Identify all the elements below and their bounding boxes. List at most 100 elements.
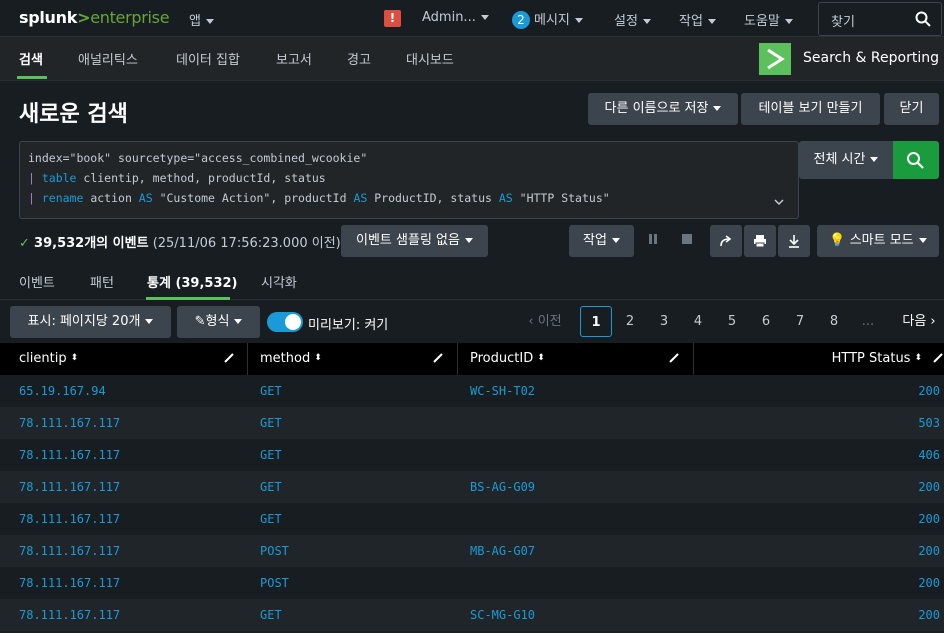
cell-http-status[interactable]: 406 bbox=[918, 439, 940, 471]
cell-productid[interactable]: MB-AG-G07 bbox=[470, 535, 535, 567]
page-ellipsis: ... bbox=[861, 314, 875, 329]
cell-http-status[interactable]: 200 bbox=[918, 567, 940, 599]
cell-clientip[interactable]: 78.111.167.117 bbox=[19, 599, 120, 631]
cell-method[interactable]: GET bbox=[260, 407, 282, 439]
cell-http-status[interactable]: 200 bbox=[918, 503, 940, 535]
save-as-button[interactable]: 다른 이름으로 저장 bbox=[588, 93, 738, 125]
stop-icon[interactable] bbox=[682, 233, 692, 245]
page-5-button[interactable]: 5 bbox=[720, 306, 744, 337]
cell-method[interactable]: GET bbox=[260, 439, 282, 471]
lightbulb-icon: 💡 bbox=[829, 233, 846, 248]
chevron-right-icon: › bbox=[930, 314, 936, 329]
cell-productid[interactable]: SC-MG-G10 bbox=[470, 599, 535, 631]
toggle-knob bbox=[285, 314, 301, 330]
nav-search[interactable]: 검색 bbox=[19, 49, 43, 68]
page-2-button[interactable]: 2 bbox=[618, 306, 642, 337]
cell-clientip[interactable]: 78.111.167.117 bbox=[19, 439, 120, 471]
page-8-button[interactable]: 8 bbox=[822, 306, 846, 337]
chevron-down-icon bbox=[611, 238, 620, 243]
column-header-http-status[interactable]: HTTP Status ⬍ bbox=[832, 343, 922, 375]
column-header-clientip[interactable]: clientip ⬍ bbox=[19, 343, 78, 375]
cell-method[interactable]: GET bbox=[260, 503, 282, 535]
column-header-productid[interactable]: ProductID ⬍ bbox=[470, 343, 545, 375]
cell-http-status[interactable]: 200 bbox=[918, 375, 940, 407]
event-count-status: ✓ 39,532개의 이벤트 (25/11/06 17:56:23.000 이전… bbox=[19, 236, 341, 251]
page-7-button[interactable]: 7 bbox=[788, 306, 812, 337]
prev-page-button[interactable]: ‹ 이전 bbox=[520, 306, 570, 337]
page-6-button[interactable]: 6 bbox=[754, 306, 778, 337]
event-sampling-dropdown[interactable]: 이벤트 샘플링 없음 bbox=[341, 225, 488, 257]
expand-chevron-icon[interactable] bbox=[774, 199, 784, 206]
cell-clientip[interactable]: 78.111.167.117 bbox=[19, 407, 120, 439]
share-button[interactable] bbox=[710, 225, 742, 257]
page-4-button[interactable]: 4 bbox=[686, 306, 710, 337]
nav-dashboards[interactable]: 대시보드 bbox=[406, 49, 454, 68]
create-table-view-button[interactable]: 테이블 보기 만들기 bbox=[741, 93, 880, 125]
cell-clientip[interactable]: 65.19.167.94 bbox=[19, 375, 106, 407]
query-line-2: | table clientip, method, productId, sta… bbox=[28, 171, 326, 185]
cell-method[interactable]: GET bbox=[260, 375, 282, 407]
per-page-dropdown[interactable]: 표시: 페이지당 20개 bbox=[10, 306, 171, 338]
nav-analytics[interactable]: 애널리틱스 bbox=[78, 49, 138, 68]
search-query-editor[interactable]: index="book" sourcetype="access_combined… bbox=[19, 141, 799, 219]
edit-column-icon[interactable] bbox=[668, 352, 680, 364]
sort-icon: ⬍ bbox=[70, 353, 79, 363]
preview-toggle[interactable] bbox=[267, 312, 303, 332]
nav-datasets[interactable]: 데이터 집합 bbox=[176, 49, 240, 68]
tab-statistics[interactable]: 통계 (39,532) bbox=[147, 272, 238, 291]
nav-alerts[interactable]: 경고 bbox=[347, 49, 371, 68]
cell-productid[interactable]: BS-AG-G09 bbox=[470, 471, 535, 503]
check-icon: ✓ bbox=[19, 236, 30, 251]
column-divider bbox=[457, 343, 458, 375]
tab-patterns[interactable]: 패턴 bbox=[90, 272, 114, 291]
splunk-logo[interactable]: splunk>enterprise bbox=[19, 8, 170, 27]
page-1-button[interactable]: 1 bbox=[580, 306, 612, 337]
time-range-picker[interactable]: 전체 시간 bbox=[799, 141, 893, 179]
search-mode-dropdown[interactable]: 💡 스마트 모드 bbox=[817, 225, 939, 257]
column-divider bbox=[247, 343, 248, 375]
tab-events[interactable]: 이벤트 bbox=[19, 272, 55, 291]
cell-method[interactable]: GET bbox=[260, 599, 282, 631]
column-header-method[interactable]: method ⬍ bbox=[260, 343, 322, 375]
edit-column-icon[interactable] bbox=[932, 352, 944, 364]
activity-menu[interactable]: 작업 bbox=[679, 10, 716, 29]
user-menu[interactable]: Admin... bbox=[422, 10, 489, 25]
cell-http-status[interactable]: 200 bbox=[918, 535, 940, 567]
share-icon bbox=[720, 235, 732, 247]
help-menu[interactable]: 도움말 bbox=[744, 10, 793, 29]
messages-menu[interactable]: 2 메시지 bbox=[512, 9, 583, 29]
print-button[interactable] bbox=[744, 225, 776, 257]
cell-method[interactable]: POST bbox=[260, 535, 289, 567]
table-row: 78.111.167.117 GET SC-MG-G10 200 bbox=[0, 599, 944, 631]
app-title: Search & Reporting bbox=[803, 50, 939, 66]
edit-column-icon[interactable] bbox=[223, 352, 235, 364]
chevron-down-icon bbox=[145, 319, 154, 324]
cell-method[interactable]: POST bbox=[260, 567, 289, 599]
page-3-button[interactable]: 3 bbox=[652, 306, 676, 337]
settings-menu[interactable]: 설정 bbox=[614, 10, 651, 29]
nav-reports[interactable]: 보고서 bbox=[276, 49, 312, 68]
cell-http-status[interactable]: 200 bbox=[918, 471, 940, 503]
app-menu[interactable]: 앱 bbox=[189, 10, 214, 29]
export-button[interactable] bbox=[778, 225, 810, 257]
close-button[interactable]: 닫기 bbox=[884, 93, 939, 125]
chevron-down-icon bbox=[574, 18, 583, 23]
cell-http-status[interactable]: 200 bbox=[918, 599, 940, 631]
edit-column-icon[interactable] bbox=[432, 352, 444, 364]
search-button[interactable] bbox=[893, 141, 939, 179]
sort-icon: ⬍ bbox=[314, 353, 322, 363]
cell-method[interactable]: GET bbox=[260, 471, 282, 503]
alert-icon[interactable]: ! bbox=[384, 10, 401, 27]
cell-clientip[interactable]: 78.111.167.117 bbox=[19, 503, 120, 535]
find-input[interactable]: 찾기 bbox=[818, 2, 942, 36]
cell-clientip[interactable]: 78.111.167.117 bbox=[19, 567, 120, 599]
format-dropdown[interactable]: ✎형식 bbox=[177, 306, 260, 338]
pause-icon[interactable] bbox=[648, 233, 658, 245]
cell-http-status[interactable]: 503 bbox=[918, 407, 940, 439]
tab-visualization[interactable]: 시각화 bbox=[261, 272, 297, 291]
job-menu-button[interactable]: 작업 bbox=[569, 225, 634, 257]
cell-productid[interactable]: WC-SH-T02 bbox=[470, 375, 535, 407]
cell-clientip[interactable]: 78.111.167.117 bbox=[19, 471, 120, 503]
cell-clientip[interactable]: 78.111.167.117 bbox=[19, 535, 120, 567]
next-page-button[interactable]: 다음 › bbox=[896, 306, 942, 337]
